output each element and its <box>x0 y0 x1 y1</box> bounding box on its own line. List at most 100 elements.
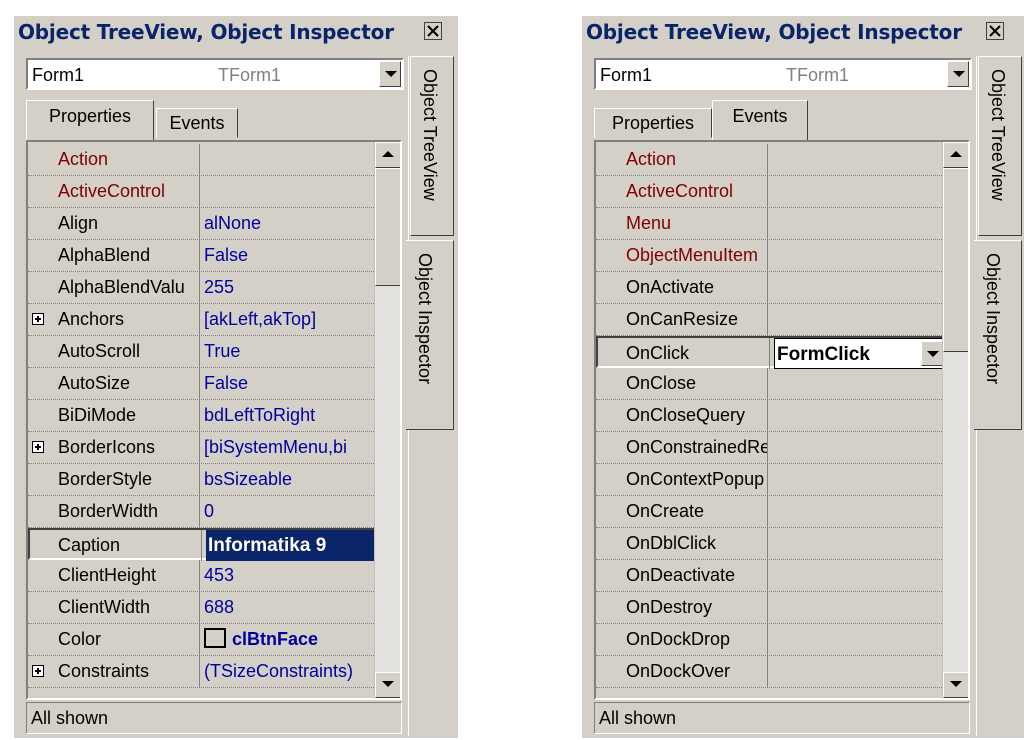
vertical-scrollbar[interactable] <box>942 142 968 698</box>
object-selector-combo[interactable]: Form1 TForm1 <box>26 58 404 90</box>
grid-row[interactable]: BiDiMode bdLeftToRight <box>28 400 378 432</box>
row-value[interactable]: [akLeft,akTop] <box>202 304 378 335</box>
grid-row[interactable]: OnCloseQuery <box>596 400 946 432</box>
chevron-down-icon[interactable] <box>921 341 943 366</box>
scroll-up-icon[interactable] <box>943 142 968 168</box>
tab-object-inspector[interactable]: Object Inspector <box>974 240 1022 430</box>
grid-row[interactable]: OnContextPopup <box>596 464 946 496</box>
grid-row[interactable]: Constraints (TSizeConstraints) <box>28 656 378 688</box>
row-value[interactable]: False <box>202 368 378 399</box>
status-bar: All shown <box>594 702 970 734</box>
value-editor[interactable]: Informatika 9 <box>206 530 376 561</box>
object-selector-combo[interactable]: Form1 TForm1 <box>594 58 972 90</box>
scroll-thumb[interactable] <box>375 168 400 286</box>
row-name: OnCanResize <box>596 304 768 335</box>
close-icon[interactable] <box>424 22 442 40</box>
row-value[interactable]: 0 <box>202 496 378 527</box>
row-value[interactable] <box>770 400 946 431</box>
row-value[interactable]: bdLeftToRight <box>202 400 378 431</box>
row-value[interactable] <box>770 656 946 687</box>
grid-row[interactable]: Anchors [akLeft,akTop] <box>28 304 378 336</box>
grid-row[interactable]: OnDockDrop <box>596 624 946 656</box>
grid-row[interactable]: OnCanResize <box>596 304 946 336</box>
grid-row[interactable]: OnConstrainedResize <box>596 432 946 464</box>
row-value[interactable]: [biSystemMenu,bi <box>202 432 378 463</box>
grid-row[interactable]: OnClose <box>596 368 946 400</box>
grid-row[interactable]: BorderIcons [biSystemMenu,bi <box>28 432 378 464</box>
expand-plus-icon[interactable] <box>32 313 44 325</box>
grid-row[interactable]: OnDockOver <box>596 656 946 688</box>
grid-row[interactable]: OnCreate <box>596 496 946 528</box>
grid-row[interactable]: AutoScroll True <box>28 336 378 368</box>
row-value[interactable] <box>770 272 946 303</box>
row-value[interactable]: 255 <box>202 272 378 303</box>
row-value[interactable]: bsSizeable <box>202 464 378 495</box>
expand-plus-icon[interactable] <box>32 665 44 677</box>
grid-row[interactable]: ActiveControl <box>28 176 378 208</box>
tab-events[interactable]: Events <box>156 108 238 138</box>
row-value[interactable] <box>770 560 946 591</box>
grid-row[interactable]: ActiveControl <box>596 176 946 208</box>
tab-object-treeview[interactable]: Object TreeView <box>410 56 454 236</box>
row-value[interactable]: (TSizeConstraints) <box>202 656 378 687</box>
row-value[interactable] <box>770 368 946 399</box>
scroll-down-icon[interactable] <box>943 672 968 698</box>
row-value[interactable] <box>770 304 946 335</box>
value-editor[interactable]: FormClick <box>774 338 946 369</box>
expand-plus-icon[interactable] <box>32 441 44 453</box>
tab-properties[interactable]: Properties <box>594 108 712 138</box>
title-bar[interactable]: Object TreeView, Object Inspector <box>582 16 1024 46</box>
row-value[interactable] <box>770 592 946 623</box>
tab-events[interactable]: Events <box>712 100 808 140</box>
grid-row[interactable]: ClientHeight 453 <box>28 560 378 592</box>
grid-row[interactable]: ObjectMenuItem <box>596 240 946 272</box>
row-name: OnConstrainedResize <box>596 432 768 463</box>
grid-row[interactable]: OnDestroy <box>596 592 946 624</box>
scroll-down-icon[interactable] <box>375 672 400 698</box>
row-value[interactable] <box>770 176 946 207</box>
grid-row[interactable]: OnClick FormClick <box>596 336 946 369</box>
row-value[interactable]: alNone <box>202 208 378 239</box>
row-value[interactable] <box>770 464 946 495</box>
vertical-scrollbar[interactable] <box>374 142 400 698</box>
row-value[interactable] <box>770 208 946 239</box>
row-value[interactable]: 688 <box>202 592 378 623</box>
grid-row[interactable]: Caption Informatika 9 <box>28 528 378 561</box>
row-value[interactable] <box>202 176 378 207</box>
tab-object-treeview[interactable]: Object TreeView <box>978 56 1022 236</box>
row-value[interactable] <box>202 144 378 175</box>
grid-row[interactable]: Action <box>596 144 946 176</box>
row-value[interactable] <box>770 240 946 271</box>
chevron-down-icon[interactable] <box>379 61 401 87</box>
grid-row[interactable]: OnActivate <box>596 272 946 304</box>
grid-row[interactable]: OnDblClick <box>596 528 946 560</box>
title-bar[interactable]: Object TreeView, Object Inspector <box>14 16 458 46</box>
scroll-thumb[interactable] <box>943 168 968 352</box>
scroll-up-icon[interactable] <box>375 142 400 168</box>
row-value[interactable] <box>770 432 946 463</box>
row-value[interactable] <box>770 496 946 527</box>
grid-row[interactable]: AlphaBlend False <box>28 240 378 272</box>
grid-row[interactable]: Menu <box>596 208 946 240</box>
row-value[interactable] <box>770 144 946 175</box>
grid-row[interactable]: AutoSize False <box>28 368 378 400</box>
row-name: OnActivate <box>596 272 768 303</box>
grid-row[interactable]: Color clBtnFace <box>28 624 378 656</box>
row-value[interactable]: False <box>202 240 378 271</box>
grid-row[interactable]: BorderStyle bsSizeable <box>28 464 378 496</box>
row-value[interactable] <box>770 624 946 655</box>
row-value[interactable]: clBtnFace <box>202 624 378 655</box>
grid-row[interactable]: AlphaBlendValu 255 <box>28 272 378 304</box>
row-value[interactable] <box>770 528 946 559</box>
grid-row[interactable]: Align alNone <box>28 208 378 240</box>
grid-row[interactable]: OnDeactivate <box>596 560 946 592</box>
tab-properties[interactable]: Properties <box>26 100 154 140</box>
grid-row[interactable]: Action <box>28 144 378 176</box>
tab-object-inspector[interactable]: Object Inspector <box>406 240 454 430</box>
chevron-down-icon[interactable] <box>947 61 969 87</box>
grid-row[interactable]: BorderWidth 0 <box>28 496 378 528</box>
grid-row[interactable]: ClientWidth 688 <box>28 592 378 624</box>
row-value[interactable]: 453 <box>202 560 378 591</box>
close-icon[interactable] <box>986 22 1004 40</box>
row-value[interactable]: True <box>202 336 378 367</box>
